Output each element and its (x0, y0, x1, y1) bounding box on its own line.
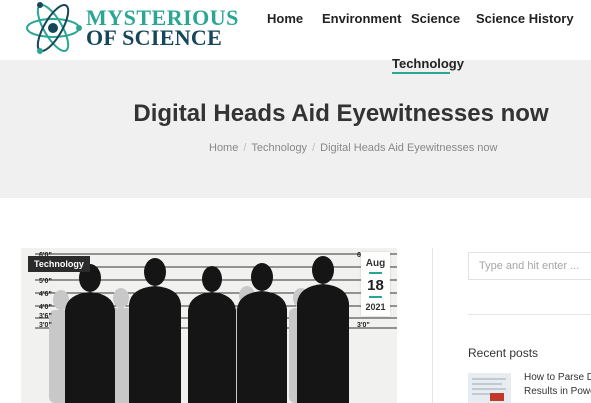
post-date-day: 18 (367, 277, 384, 294)
site-logo[interactable]: MYSTERIOUS OF SCIENCE (24, 0, 238, 56)
date-divider (369, 272, 382, 274)
site-header: MYSTERIOUS OF SCIENCE Home Environment S… (0, 0, 591, 60)
height-label: 4'6" (39, 291, 52, 298)
breadcrumb-technology[interactable]: Technology (251, 142, 307, 154)
post-date: Aug 18 2021 (361, 252, 390, 316)
recent-post-link[interactable]: How to Parse Da Results in Powe (524, 371, 591, 399)
nav-item-science-history[interactable]: Science History (476, 11, 574, 26)
sidebar-divider (432, 248, 433, 403)
recent-post-thumbnail[interactable] (468, 373, 511, 403)
date-divider (369, 296, 382, 298)
recent-posts-heading: Recent posts (468, 346, 539, 360)
nav-item-technology[interactable]: Technology (392, 56, 464, 71)
nav-item-environment[interactable]: Environment (322, 11, 401, 26)
category-badge[interactable]: Technology (28, 256, 90, 272)
breadcrumb-separator: / (312, 142, 316, 154)
height-label: 3'6" (39, 313, 52, 320)
document-thumbnail-icon (468, 373, 511, 403)
post-date-month: Aug (365, 258, 386, 269)
nav-item-science[interactable]: Science (411, 11, 460, 26)
atom-icon (26, 2, 82, 54)
search-input[interactable] (468, 252, 591, 280)
height-label: 4'0" (39, 304, 52, 311)
nav-item-home[interactable]: Home (267, 11, 303, 26)
height-label: 3'0" (357, 322, 370, 329)
logo-text-bottom: OF SCIENCE (86, 25, 223, 50)
page-title: Digital Heads Aid Eyewitnesses now (133, 100, 549, 127)
page-title-band (0, 60, 591, 198)
post-date-year: 2021 (365, 302, 386, 312)
height-label: 5'0" (39, 278, 52, 285)
nav-active-indicator (392, 72, 450, 74)
height-label: 3'0" (39, 322, 52, 329)
breadcrumb-current: Digital Heads Aid Eyewitnesses now (320, 142, 498, 154)
sidebar-separator (468, 314, 591, 315)
breadcrumb-separator: / (243, 142, 247, 154)
breadcrumb-home[interactable]: Home (209, 142, 238, 154)
breadcrumb: Home / Technology / Digital Heads Aid Eyewit… (209, 142, 497, 154)
